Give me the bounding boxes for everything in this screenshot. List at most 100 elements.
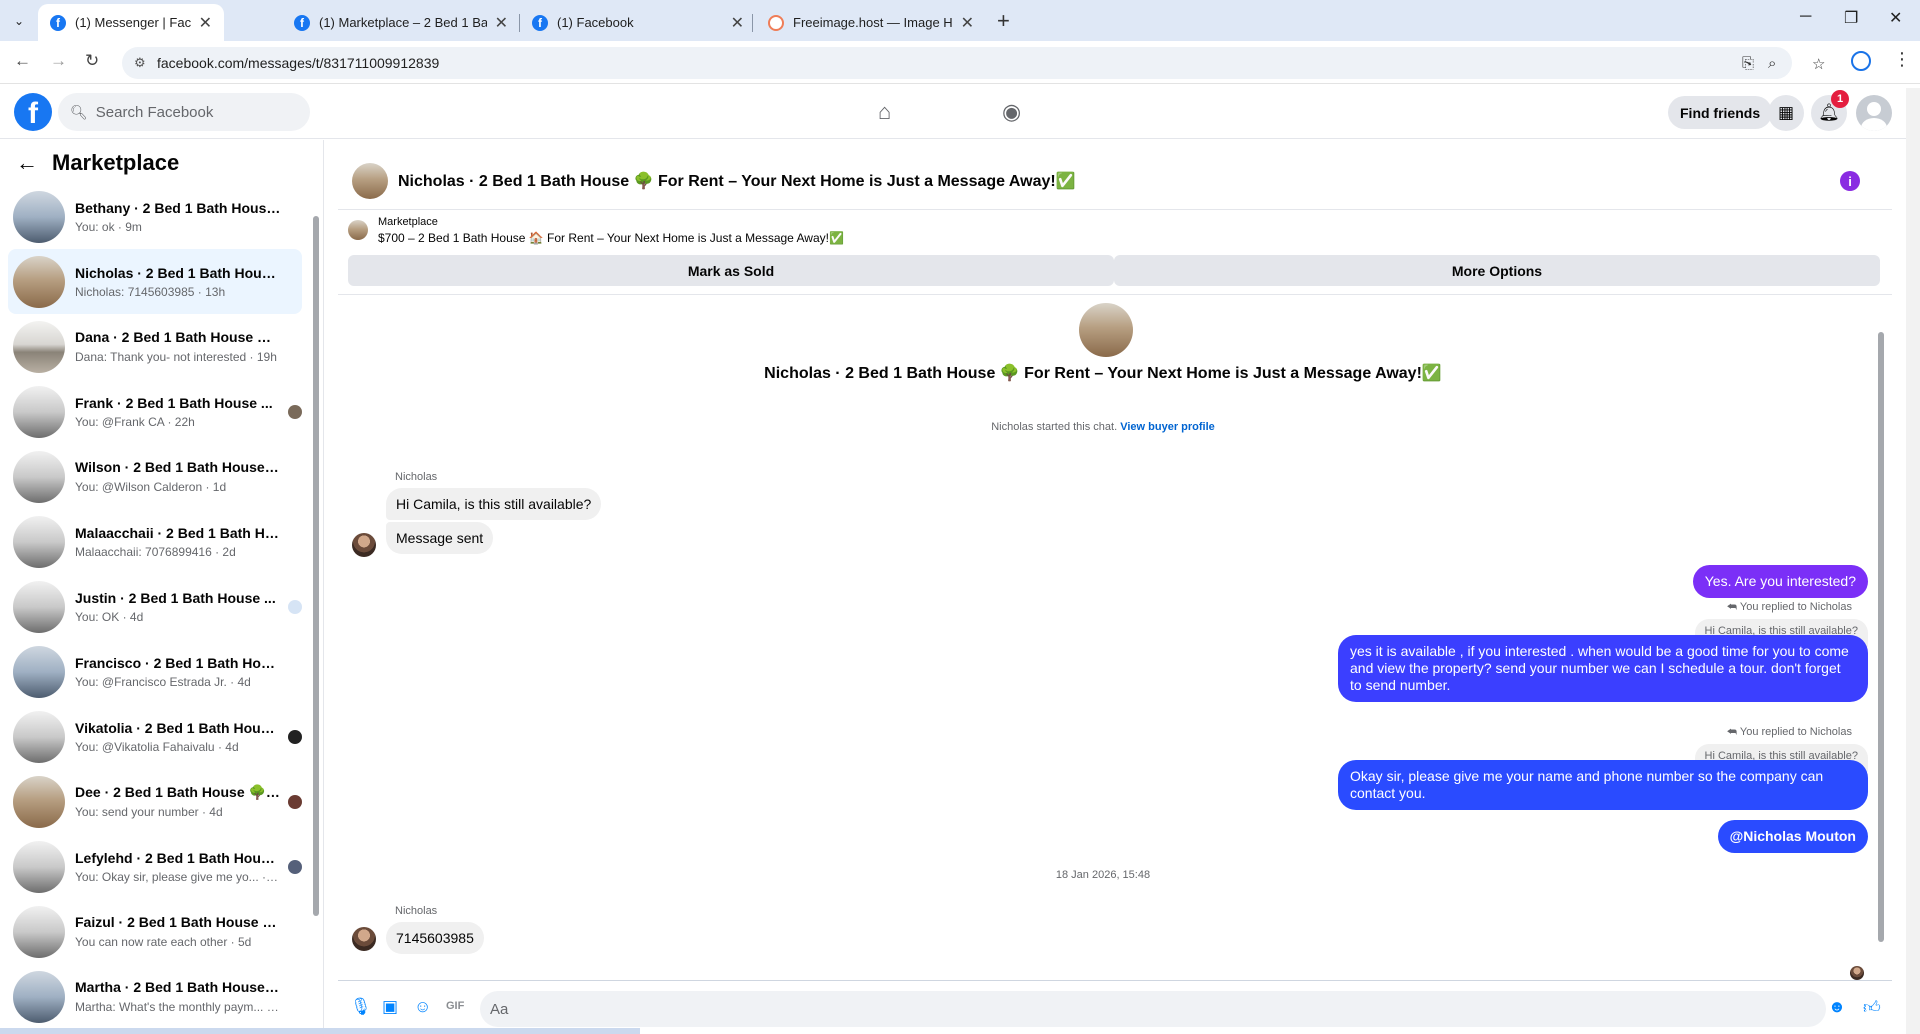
listing-thumbnail [13, 645, 65, 698]
address-bar[interactable]: ⚙ facebook.com/messages/t/83171100991283… [122, 47, 1825, 79]
tab-freeimage[interactable]: Freeimage.host — Image Hostin ✕ [756, 4, 986, 41]
read-receipt-avatar [288, 795, 302, 809]
bookmark-star-icon[interactable]: ☆ [1812, 55, 1825, 73]
sticker-icon[interactable]: ☺ [414, 997, 431, 1017]
close-tab-icon[interactable]: ✕ [495, 13, 508, 33]
conversation-item[interactable]: Lefylehd · 2 Bed 1 Bath House... You: Oka… [8, 834, 302, 899]
close-tab-icon[interactable]: ✕ [961, 13, 974, 33]
tab-facebook[interactable]: f (1) Facebook ✕ [520, 4, 756, 41]
conversation-preview: You: ok · 9m [75, 219, 142, 234]
outgoing-message[interactable]: Yes. Are you interested? [1692, 565, 1868, 598]
view-buyer-profile-link[interactable]: View buyer profile [1120, 421, 1215, 433]
listing-small-thumbnail [348, 220, 368, 240]
chat-panel: Nicholas · 2 Bed 1 Bath House 🌳 For Rent… [338, 152, 1892, 1034]
listing-thumbnail [13, 710, 65, 763]
tab-marketplace[interactable]: f (1) Marketplace – 2 Bed 1 Bath ✕ [282, 4, 520, 41]
incoming-message[interactable]: Hi Camila, is this still available? [386, 488, 602, 520]
conversation-item[interactable]: Justin · 2 Bed 1 Bath House ... You: OK ·… [8, 574, 302, 639]
account-avatar[interactable] [1856, 95, 1892, 131]
facebook-search-input[interactable]: 🔍︎ Search Facebook [58, 93, 310, 131]
chat-header: Nicholas · 2 Bed 1 Bath House 🌳 For Rent… [338, 152, 1892, 210]
chat-scrollbar[interactable] [1876, 302, 1886, 952]
conversation-preview: You: @Wilson Calderon · 1d [75, 480, 227, 494]
close-tab-icon[interactable]: ✕ [199, 13, 212, 33]
sidebar-scrollbar[interactable] [312, 196, 320, 1034]
tab-messenger[interactable]: f (1) Messenger | Facebook ✕ [38, 4, 224, 41]
conversation-name: Dee · 2 Bed 1 Bath House 🌳 ... [75, 784, 281, 800]
conversation-preview: Malaacchaii: 7076899416 · 2d [75, 544, 236, 559]
conversation-preview: You: @Vikatolia Fahaivalu · 4d [75, 739, 239, 754]
conversation-name: Lefylehd · 2 Bed 1 Bath House... [75, 849, 281, 866]
install-app-icon[interactable]: ⎘ [1742, 55, 1754, 72]
url-text[interactable]: facebook.com/messages/t/831711009912839 [157, 55, 439, 71]
thread-listing-avatar [1079, 303, 1133, 357]
chat-listing-avatar[interactable] [352, 162, 388, 199]
home-icon[interactable]: ⌂ [878, 99, 891, 125]
outgoing-message[interactable]: yes it is available , if you interested … [1338, 635, 1868, 702]
menu-grid-icon[interactable]: ▦ [1768, 95, 1804, 131]
browser-toolbar: ← → ↻ ⚙ facebook.com/messages/t/83171100… [0, 41, 1920, 84]
browser-profile-icon[interactable] [1851, 51, 1871, 71]
reply-arrow-icon: ⮪ [1726, 601, 1740, 613]
conversation-item[interactable]: Malaacchaii · 2 Bed 1 Bath Hous... Malaac… [8, 509, 302, 574]
scrollbar-thumb[interactable] [1878, 332, 1884, 942]
conversation-name: Justin · 2 Bed 1 Bath House ... [75, 589, 276, 606]
close-tab-icon[interactable]: ✕ [731, 13, 744, 33]
conversation-item-active[interactable]: Nicholas · 2 Bed 1 Bath House ... Nichola… [8, 249, 302, 314]
listing-thumbnail [13, 255, 65, 308]
conversation-preview: Martha: What's the monthly paym... · 5d [75, 1000, 281, 1014]
conversation-name: Malaacchaii · 2 Bed 1 Bath Hous... [75, 524, 281, 541]
outgoing-mention-message[interactable]: @Nicholas Mouton [1717, 820, 1868, 853]
reload-icon[interactable]: ↻ [85, 51, 99, 71]
back-icon[interactable]: ← [14, 51, 31, 71]
mark-as-sold-button[interactable]: Mark as Sold [348, 255, 1114, 286]
scrollbar-thumb[interactable] [313, 216, 319, 916]
conversation-item[interactable]: Bethany · 2 Bed 1 Bath House ... You: ok … [8, 184, 302, 249]
forward-icon[interactable]: → [50, 51, 67, 71]
tab-search-dropdown[interactable]: ⌄ [8, 10, 30, 32]
conversation-item[interactable]: Dana · 2 Bed 1 Bath House 🌳 F... Dana: Th… [8, 314, 302, 379]
conversation-preview: Dana: Thank you- not interested · 19h [75, 350, 277, 364]
sender-avatar[interactable] [352, 533, 376, 557]
horizontal-scrollbar[interactable] [0, 1028, 640, 1034]
close-window-icon[interactable]: ✕ [1889, 8, 1902, 28]
browser-menu-icon[interactable]: ⋮ [1893, 49, 1911, 70]
conversation-item[interactable]: Vikatolia · 2 Bed 1 Bath House... You: @V… [8, 704, 302, 769]
conversation-item[interactable]: Frank · 2 Bed 1 Bath House ... You: @Fran… [8, 379, 302, 444]
chat-title[interactable]: Nicholas · 2 Bed 1 Bath House 🌳 For Rent… [398, 171, 1076, 191]
page-scrollbar[interactable] [1906, 88, 1920, 1034]
photo-icon[interactable]: ▣ [382, 997, 398, 1017]
site-info-icon[interactable]: ⚙ [134, 55, 146, 71]
conversation-item[interactable]: Wilson · 2 Bed 1 Bath House 🌳 ... You: @W… [8, 444, 302, 509]
thumbs-up-icon[interactable]: 👍︎ [1863, 997, 1881, 1018]
listing-thumbnail [13, 775, 65, 828]
incoming-message[interactable]: Message sent [386, 522, 494, 554]
listing-price-title: $700 – 2 Bed 1 Bath House 🏠 For Rent – Y… [378, 231, 844, 245]
read-receipt-avatar [288, 860, 302, 874]
marketplace-listing-card[interactable]: Marketplace $700 – 2 Bed 1 Bath House 🏠 … [348, 216, 844, 245]
emoji-icon[interactable]: ☻ [1828, 997, 1846, 1017]
groups-icon[interactable]: ◉ [1002, 99, 1021, 125]
conversation-name: Faizul · 2 Bed 1 Bath House 🌳 F... [75, 914, 281, 930]
sender-avatar[interactable] [352, 927, 376, 951]
new-tab-button[interactable]: + [997, 8, 1010, 34]
conversation-item[interactable]: Francisco · 2 Bed 1 Bath House ... You: @… [8, 639, 302, 704]
info-icon[interactable]: i [1840, 171, 1860, 191]
facebook-header: f 🔍︎ Search Facebook ⌂ ◉ Find friends ▦ … [0, 85, 1920, 139]
listing-thumbnail [13, 905, 65, 958]
message-input[interactable]: Aa [480, 991, 1826, 1027]
microphone-icon[interactable]: 🎙︎ [350, 997, 372, 1017]
find-friends-button[interactable]: Find friends [1668, 96, 1773, 129]
outgoing-message[interactable]: Okay sir, please give me your name and p… [1338, 760, 1868, 810]
zoom-icon[interactable]: ⌕ [1768, 55, 1776, 72]
conversation-item[interactable]: Faizul · 2 Bed 1 Bath House 🌳 F... You ca… [8, 899, 302, 964]
more-options-button[interactable]: More Options [1114, 255, 1880, 286]
conversation-item[interactable]: Martha · 2 Bed 1 Bath House 🌳 ... Martha:… [8, 964, 302, 1029]
conversation-item[interactable]: Dee · 2 Bed 1 Bath House 🌳 ... You: send … [8, 769, 302, 834]
incoming-message[interactable]: 7145603985 [386, 922, 484, 954]
gif-icon[interactable]: GIF [446, 1000, 464, 1012]
facebook-logo-icon[interactable]: f [14, 93, 52, 131]
minimize-icon[interactable]: ─ [1800, 8, 1811, 26]
restore-icon[interactable]: ❐ [1844, 8, 1858, 28]
back-arrow-icon[interactable]: ← [16, 150, 38, 176]
